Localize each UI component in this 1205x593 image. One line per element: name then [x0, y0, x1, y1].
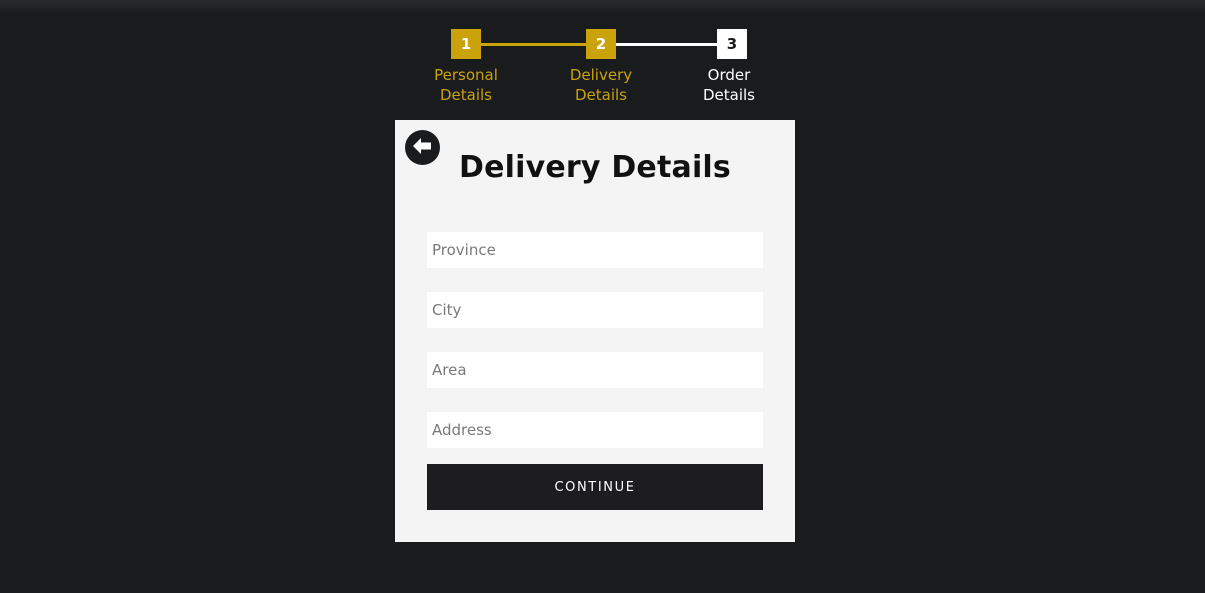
step-3-label: Order Details: [669, 65, 789, 105]
step-2-badge[interactable]: 2: [586, 29, 616, 59]
city-field[interactable]: [427, 292, 763, 328]
step-2-label-line2: Details: [574, 86, 627, 104]
step-connector-pending: [616, 43, 717, 46]
address-field[interactable]: [427, 412, 763, 448]
step-2-label[interactable]: Delivery Details: [541, 65, 661, 105]
step-3-badge: 3: [717, 29, 747, 59]
step-connector-completed: [481, 43, 586, 46]
area-field[interactable]: [427, 352, 763, 388]
step-1-badge[interactable]: 1: [451, 29, 481, 59]
delivery-details-card: Delivery Details CONTINUE: [395, 120, 795, 542]
province-field[interactable]: [427, 232, 763, 268]
page-title: Delivery Details: [459, 150, 731, 185]
step-3-label-line2: Details: [702, 86, 755, 104]
step-1-label-line1: Personal: [434, 66, 498, 84]
step-1-label[interactable]: Personal Details: [406, 65, 526, 105]
step-1-label-line2: Details: [439, 86, 492, 104]
step-3-label-line1: Order: [707, 66, 751, 84]
progress-stepper: 1 2 3 Personal Details Delivery Details …: [0, 0, 1205, 120]
step-2-label-line1: Delivery: [569, 66, 633, 84]
continue-button[interactable]: CONTINUE: [427, 464, 763, 510]
